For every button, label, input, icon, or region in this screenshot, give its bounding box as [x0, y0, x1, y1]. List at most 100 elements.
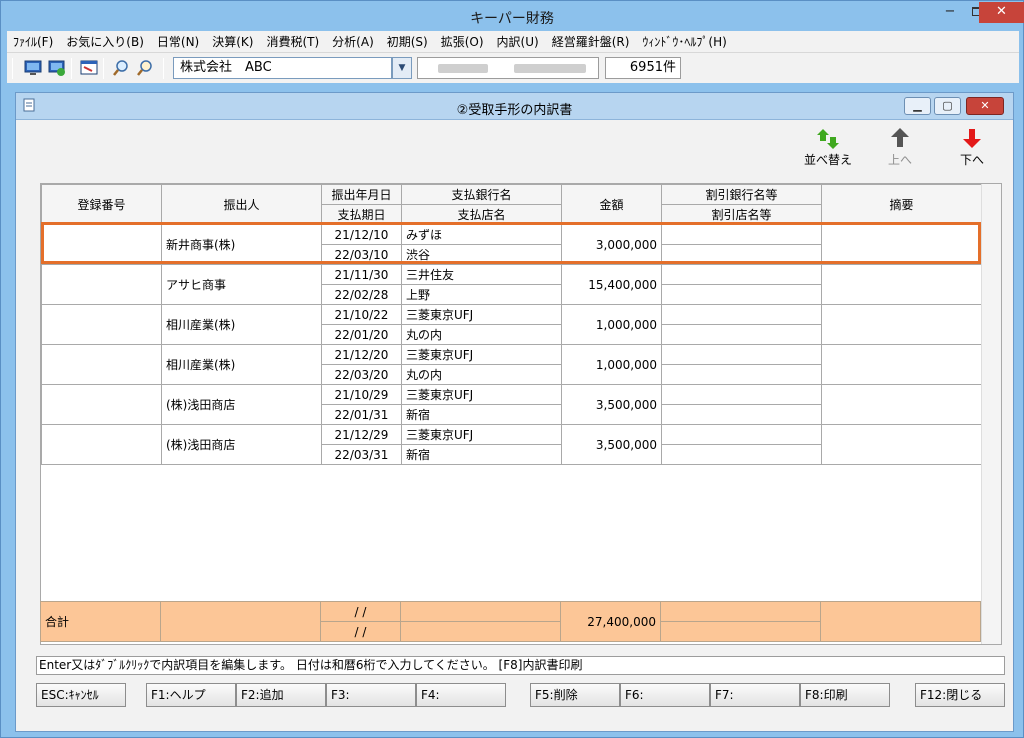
cell-branch[interactable]: 上野 [401, 284, 562, 305]
sort-button[interactable]: 並べ替え [798, 127, 858, 173]
cell-branch[interactable]: 新宿 [401, 444, 562, 465]
cell-summary[interactable] [821, 384, 982, 425]
menu-compass[interactable]: 経営羅針盤(R) [552, 33, 630, 50]
cell-drawer[interactable]: アサヒ商事 [161, 264, 322, 305]
cell-reg-no[interactable] [41, 384, 162, 425]
cell-discount-branch[interactable] [661, 364, 822, 385]
cell-summary[interactable] [821, 424, 982, 465]
table-row[interactable]: アサヒ商事 21/11/30 三井住友 15,400,000 [41, 264, 982, 305]
f2-add-button[interactable]: F2:追加 [236, 683, 326, 707]
menu-extension[interactable]: 拡張(O) [441, 33, 484, 50]
f8-print-button[interactable]: F8:印刷 [800, 683, 890, 707]
cell-issue-date[interactable]: 21/12/10 [321, 224, 402, 245]
cell-branch[interactable]: 丸の内 [401, 324, 562, 345]
cell-drawer[interactable]: 新井商事(株) [161, 224, 322, 265]
monitor-icon[interactable] [24, 59, 42, 77]
menu-initial[interactable]: 初期(S) [387, 33, 428, 50]
cell-discount-branch[interactable] [661, 244, 822, 265]
cell-amount[interactable]: 3,500,000 [561, 424, 662, 465]
cell-discount-branch[interactable] [661, 404, 822, 425]
zoom-in-icon[interactable] [112, 59, 130, 77]
title-bar[interactable]: キーパー財務 − ✕ [1, 1, 1024, 31]
cell-bank[interactable]: 三菱東京UFJ [401, 304, 562, 325]
cell-branch[interactable]: 新宿 [401, 404, 562, 425]
cell-issue-date[interactable]: 21/12/20 [321, 344, 402, 365]
cell-bank[interactable]: みずほ [401, 224, 562, 245]
f12-close-button[interactable]: F12:閉じる [915, 683, 1005, 707]
cell-bank[interactable]: 三菱東京UFJ [401, 344, 562, 365]
f7-button[interactable]: F7: [710, 683, 800, 707]
cell-due-date[interactable]: 22/01/31 [321, 404, 402, 425]
cell-due-date[interactable]: 22/03/31 [321, 444, 402, 465]
menu-window-help[interactable]: ｳｨﾝﾄﾞｳ･ﾍﾙﾌﾟ(H) [642, 33, 726, 50]
menu-file[interactable]: ﾌｧｲﾙ(F) [13, 33, 53, 50]
cell-discount-bank[interactable] [661, 344, 822, 365]
cell-reg-no[interactable] [41, 424, 162, 465]
subwindow-close-button[interactable]: ✕ [966, 97, 1004, 115]
cell-summary[interactable] [821, 224, 982, 265]
cell-discount-bank[interactable] [661, 304, 822, 325]
cell-amount[interactable]: 3,500,000 [561, 384, 662, 425]
menu-breakdown[interactable]: 内訳(U) [497, 33, 539, 50]
monitor-refresh-icon[interactable] [48, 59, 66, 77]
cell-discount-bank[interactable] [661, 424, 822, 445]
cell-drawer[interactable]: (株)浅田商店 [161, 424, 322, 465]
subwindow-minimize-button[interactable]: ▁ [904, 97, 931, 115]
table-row[interactable]: (株)浅田商店 21/10/29 三菱東京UFJ 3,500,000 [41, 384, 982, 425]
cell-discount-bank[interactable] [661, 224, 822, 245]
close-button[interactable]: ✕ [979, 2, 1024, 23]
cell-issue-date[interactable]: 21/10/22 [321, 304, 402, 325]
cell-discount-branch[interactable] [661, 324, 822, 345]
cell-issue-date[interactable]: 21/12/29 [321, 424, 402, 445]
cell-summary[interactable] [821, 344, 982, 385]
cell-discount-bank[interactable] [661, 384, 822, 405]
move-up-button[interactable]: 上へ [870, 127, 930, 173]
table-row[interactable]: 相川産業(株) 21/10/22 三菱東京UFJ 1,000,000 [41, 304, 982, 345]
cell-issue-date[interactable]: 21/10/29 [321, 384, 402, 405]
f3-button[interactable]: F3: [326, 683, 416, 707]
cell-summary[interactable] [821, 264, 982, 305]
company-select[interactable]: 株式会社 ABC [173, 57, 392, 79]
menu-daily[interactable]: 日常(N) [157, 33, 199, 50]
menu-settlement[interactable]: 決算(K) [212, 33, 253, 50]
subwindow-title-bar[interactable]: ②受取手形の内訳書 ▁ ▢ ✕ [16, 93, 1013, 120]
cell-reg-no[interactable] [41, 224, 162, 265]
cell-reg-no[interactable] [41, 304, 162, 345]
table-row[interactable]: 新井商事(株) 21/12/10 みずほ 3,000,000 [41, 224, 982, 265]
cell-due-date[interactable]: 22/02/28 [321, 284, 402, 305]
window-icon[interactable] [80, 59, 98, 77]
f1-help-button[interactable]: F1:ヘルプ [146, 683, 236, 707]
f4-button[interactable]: F4: [416, 683, 506, 707]
cell-bank[interactable]: 三井住友 [401, 264, 562, 285]
zoom-out-icon[interactable] [136, 59, 154, 77]
cell-issue-date[interactable]: 21/11/30 [321, 264, 402, 285]
cell-drawer[interactable]: (株)浅田商店 [161, 384, 322, 425]
menu-consumption-tax[interactable]: 消費税(T) [266, 33, 319, 50]
cell-drawer[interactable]: 相川産業(株) [161, 344, 322, 385]
cell-reg-no[interactable] [41, 264, 162, 305]
cell-amount[interactable]: 1,000,000 [561, 344, 662, 385]
table-row[interactable]: (株)浅田商店 21/12/29 三菱東京UFJ 3,500,000 [41, 424, 982, 465]
cell-bank[interactable]: 三菱東京UFJ [401, 424, 562, 445]
cell-amount[interactable]: 15,400,000 [561, 264, 662, 305]
cell-reg-no[interactable] [41, 344, 162, 385]
cell-amount[interactable]: 3,000,000 [561, 224, 662, 265]
cell-summary[interactable] [821, 304, 982, 345]
esc-cancel-button[interactable]: ESC:ｷｬﾝｾﾙ [36, 683, 126, 707]
f5-delete-button[interactable]: F5:削除 [530, 683, 620, 707]
cell-branch[interactable]: 渋谷 [401, 244, 562, 265]
cell-due-date[interactable]: 22/01/20 [321, 324, 402, 345]
subwindow-maximize-button[interactable]: ▢ [934, 97, 961, 115]
chevron-down-icon[interactable]: ▼ [392, 57, 412, 79]
cell-amount[interactable]: 1,000,000 [561, 304, 662, 345]
menu-favorites[interactable]: お気に入り(B) [66, 33, 144, 50]
cell-branch[interactable]: 丸の内 [401, 364, 562, 385]
cell-drawer[interactable]: 相川産業(株) [161, 304, 322, 345]
move-down-button[interactable]: 下へ [942, 127, 1002, 173]
cell-due-date[interactable]: 22/03/10 [321, 244, 402, 265]
f6-button[interactable]: F6: [620, 683, 710, 707]
cell-discount-branch[interactable] [661, 444, 822, 465]
breakdown-grid[interactable]: 登録番号 振出人 振出年月日 支払銀行名 金額 割引銀行名等 摘要 支払期日 支… [40, 183, 1002, 645]
cell-discount-branch[interactable] [661, 284, 822, 305]
menu-analysis[interactable]: 分析(A) [332, 33, 374, 50]
